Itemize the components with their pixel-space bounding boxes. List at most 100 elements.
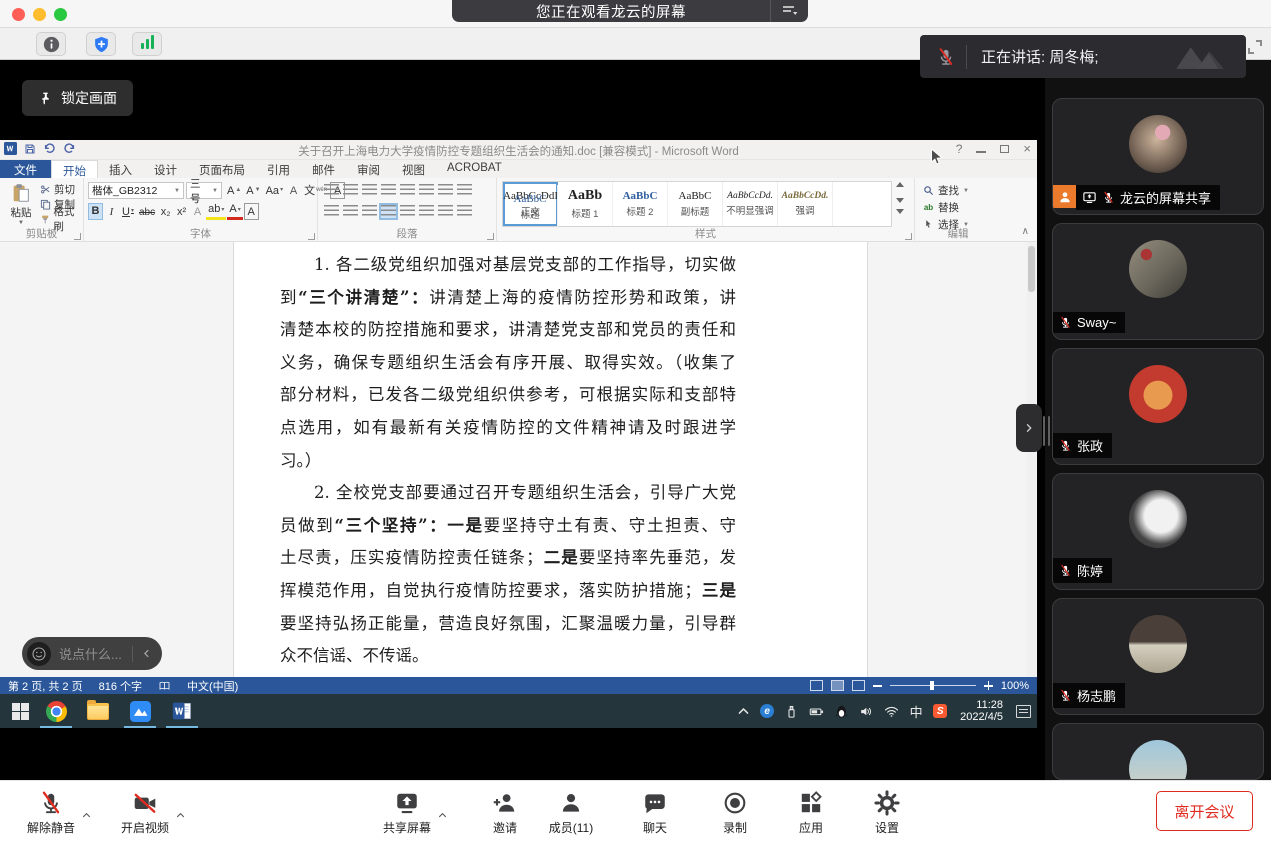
invite-button[interactable]: 邀请 — [470, 790, 540, 836]
style-item-强调[interactable]: AaBbCcDd.强调 — [778, 182, 833, 226]
collapse-chat-icon[interactable] — [141, 648, 152, 659]
font-size-select[interactable]: 三号▼ — [186, 182, 222, 199]
participant-tile-陈婷[interactable]: 陈婷 — [1052, 473, 1264, 590]
share-screen-chevron-icon[interactable] — [437, 810, 448, 821]
style-item-不明显强调[interactable]: AaBbCcDd.不明显强调 — [723, 182, 778, 226]
word-tab-引用[interactable]: 引用 — [256, 160, 301, 178]
numbering-icon[interactable] — [343, 184, 358, 197]
format-painter-button[interactable]: 格式刷 — [40, 212, 83, 226]
scrollbar-thumb[interactable] — [1028, 246, 1035, 292]
styles-scroll-down-icon[interactable] — [896, 198, 904, 203]
styles-scroll-up-icon[interactable] — [896, 182, 904, 187]
align-center-icon[interactable] — [343, 205, 358, 218]
cut-button[interactable]: 剪切 — [40, 182, 83, 196]
replace-button[interactable]: ab 替换 — [923, 200, 959, 215]
font-button-r2-8[interactable]: A▾ — [227, 203, 242, 220]
share-screen-button[interactable]: 共享屏幕 — [372, 790, 442, 836]
dialog-launcher-icon[interactable] — [905, 233, 912, 240]
settings-button[interactable]: 设置 — [852, 790, 922, 836]
tray-battery-icon[interactable] — [808, 703, 824, 719]
style-item-正文[interactable]: AaBbCcDdI正文 — [503, 182, 558, 226]
word-close-icon[interactable]: × — [1023, 144, 1031, 154]
tray-volume-icon[interactable] — [858, 703, 874, 719]
word-tab-文件[interactable]: 文件 — [0, 160, 51, 178]
leave-meeting-button[interactable]: 离开会议 — [1156, 791, 1253, 831]
meeting-info-button[interactable] — [36, 32, 66, 56]
macos-close-button[interactable] — [12, 8, 25, 21]
font-button-r2-9[interactable]: A — [244, 203, 259, 220]
word-restore-icon[interactable] — [1000, 145, 1009, 153]
distributed-icon[interactable] — [400, 205, 415, 218]
word-tab-邮件[interactable]: 邮件 — [301, 160, 346, 178]
word-count[interactable]: 816 个字 — [99, 678, 142, 694]
font-button-r2-1[interactable]: I — [104, 203, 119, 220]
chat-button[interactable]: 聊天 — [620, 790, 690, 836]
justify-icon[interactable] — [381, 205, 396, 218]
tray-sogou-icon[interactable]: S — [933, 704, 947, 718]
collapse-ribbon-icon[interactable]: ∧ — [1022, 226, 1029, 237]
zoom-level[interactable]: 100% — [1001, 680, 1029, 692]
paste-button[interactable]: 粘贴 ▼ — [4, 181, 38, 227]
word-tab-ACROBAT[interactable]: ACROBAT — [436, 160, 513, 178]
unmute-chevron-icon[interactable] — [81, 810, 92, 821]
taskbar-word-icon[interactable] — [166, 699, 198, 723]
taskbar-start-icon[interactable] — [4, 699, 36, 723]
taskbar-chrome-icon[interactable] — [40, 699, 72, 723]
tray-chevron-up-icon[interactable] — [735, 703, 751, 719]
macos-zoom-button[interactable] — [54, 8, 67, 21]
zoom-slider-thumb[interactable] — [930, 681, 934, 690]
start-video-button[interactable]: 开启视频 — [110, 790, 180, 836]
protection-button[interactable] — [86, 32, 116, 56]
tray-ime-icon[interactable]: 中 — [908, 703, 924, 719]
page-indicator[interactable]: 第 2 页, 共 2 页 — [8, 678, 83, 694]
dialog-launcher-icon[interactable] — [308, 233, 315, 240]
font-button-r1-3[interactable]: A — [286, 182, 301, 199]
apps-button[interactable]: 应用 — [776, 790, 846, 836]
banner-menu-icon[interactable] — [770, 0, 808, 22]
paragraph-marks-icon[interactable] — [457, 184, 472, 197]
participant-tile-Sway~[interactable]: Sway~ — [1052, 223, 1264, 340]
tray-usb-icon[interactable] — [783, 703, 799, 719]
taskbar-explorer-icon[interactable] — [82, 699, 114, 723]
network-stats-button[interactable] — [132, 32, 162, 56]
lock-view-button[interactable]: 锁定画面 — [22, 80, 133, 116]
web-layout-icon[interactable] — [852, 680, 865, 691]
dialog-launcher-icon[interactable] — [74, 233, 81, 240]
word-help-icon[interactable]: ? — [956, 142, 963, 156]
asian-distribute-icon[interactable] — [419, 184, 434, 197]
find-button[interactable]: 查找▼ — [923, 183, 969, 198]
unmute-button[interactable]: 解除静音 — [16, 790, 86, 836]
font-button-r2-5[interactable]: x² — [174, 203, 189, 220]
zoom-in-icon[interactable] — [984, 681, 993, 690]
quick-chat-bubble[interactable]: 说点什么... — [22, 637, 162, 670]
redo-icon[interactable] — [63, 142, 76, 155]
tray-qq-icon[interactable] — [833, 703, 849, 719]
record-button[interactable]: 录制 — [700, 790, 770, 836]
style-item-标题 1[interactable]: AaBb标题 1 — [558, 182, 613, 226]
taskbar-meeting-icon[interactable] — [124, 699, 156, 723]
participant-tile-partial[interactable] — [1052, 723, 1264, 780]
tray-notes-icon[interactable] — [1016, 705, 1031, 718]
start-video-chevron-icon[interactable] — [175, 810, 186, 821]
styles-more-icon[interactable] — [896, 214, 904, 226]
align-left-icon[interactable] — [324, 205, 339, 218]
emoji-button[interactable] — [27, 642, 51, 666]
line-spacing-icon[interactable] — [419, 205, 434, 218]
save-icon[interactable] — [24, 143, 36, 155]
word-tab-开始[interactable]: 开始 — [51, 160, 98, 178]
word-minimize-icon[interactable] — [976, 151, 986, 153]
decrease-indent-icon[interactable] — [381, 184, 396, 197]
panel-toggle-button[interactable] — [1016, 404, 1042, 452]
print-layout-icon[interactable] — [831, 680, 844, 691]
increase-indent-icon[interactable] — [400, 184, 415, 197]
font-button-r2-7[interactable]: ab▾ — [206, 203, 226, 220]
macos-minimize-button[interactable] — [33, 8, 46, 21]
chat-input-placeholder[interactable]: 说点什么... — [59, 644, 124, 663]
font-button-r1-2[interactable]: Aa▾ — [264, 182, 285, 199]
zoom-slider[interactable] — [890, 680, 976, 691]
style-item-标题 2[interactable]: AaBbC标题 2 — [613, 182, 668, 226]
undo-icon[interactable] — [43, 142, 56, 155]
participant-tile-张政[interactable]: 张政 — [1052, 348, 1264, 465]
members-button[interactable]: 成员(11) — [536, 790, 606, 836]
font-button-r2-0[interactable]: B — [88, 203, 103, 220]
